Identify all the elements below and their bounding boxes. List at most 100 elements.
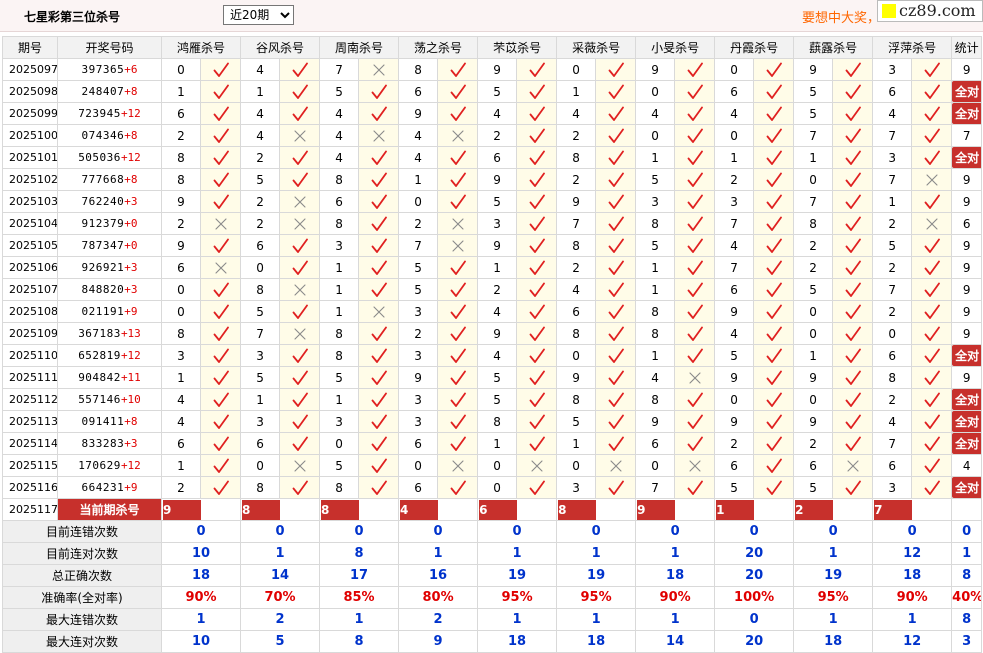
- stats-value: 1: [872, 608, 953, 631]
- kill-number: 1: [477, 432, 518, 455]
- check-icon: [845, 172, 861, 187]
- current-kill-label: 当前期杀号: [57, 498, 162, 521]
- kill-number: 0: [635, 80, 676, 103]
- promo-text[interactable]: 要想中大奖，: [802, 7, 880, 26]
- current-kill-cell: 6: [477, 498, 558, 521]
- kill-number: 9: [793, 410, 834, 433]
- kill-number: 2: [398, 212, 439, 235]
- kill-number: 4: [477, 344, 518, 367]
- result-mark: [753, 190, 795, 213]
- draw-digits: 557146: [78, 393, 121, 406]
- kill-number: 9: [793, 366, 834, 389]
- stats-value: 90%: [635, 586, 716, 609]
- stats-value: 70%: [240, 586, 321, 609]
- stats-value: 18: [160, 564, 242, 587]
- issue-number: 2025113: [2, 410, 58, 433]
- draw-digits: 848820: [81, 283, 125, 296]
- cross-icon: [372, 63, 385, 76]
- check-icon: [292, 414, 308, 429]
- check-icon: [687, 282, 703, 297]
- draw-numbers: 397365+6: [57, 58, 162, 81]
- stats-value: 95%: [793, 586, 874, 609]
- kill-number: 5: [477, 80, 518, 103]
- kill-number: 0: [556, 344, 597, 367]
- kill-number: 5: [635, 168, 676, 191]
- kill-number: 8: [240, 476, 281, 499]
- result-mark: [911, 344, 953, 367]
- current-kill-cell: 9: [160, 498, 242, 521]
- kill-number: 2: [477, 124, 518, 147]
- kill-number: 8: [477, 410, 518, 433]
- stats-value: 1: [556, 608, 637, 631]
- column-header: 统计: [951, 36, 983, 59]
- result-mark: [753, 212, 795, 235]
- issue-number: 2025115: [2, 454, 58, 477]
- kill-number: 0: [635, 124, 676, 147]
- check-icon: [450, 150, 466, 165]
- result-mark: [199, 476, 242, 499]
- stats-value: 3: [951, 630, 983, 653]
- check-icon: [213, 282, 229, 297]
- kill-number: 5: [240, 366, 281, 389]
- column-header: 芣苡杀号: [477, 36, 558, 59]
- check-icon: [529, 238, 545, 253]
- kill-number: 7: [398, 234, 439, 257]
- kill-number: 9: [793, 58, 834, 81]
- check-icon: [213, 348, 229, 363]
- stat-count: 4: [951, 454, 983, 477]
- draw-sum: +8: [124, 85, 138, 98]
- kill-number: 5: [398, 278, 439, 301]
- issue-number: 2025098: [2, 80, 58, 103]
- cross-icon: [372, 305, 385, 318]
- result-mark: [911, 234, 953, 257]
- result-mark: [437, 80, 479, 103]
- kill-number: 1: [793, 146, 834, 169]
- check-icon: [371, 106, 387, 121]
- stat-count: 全对: [951, 476, 983, 499]
- check-icon: [687, 348, 703, 363]
- stats-value: 0: [398, 520, 479, 543]
- check-icon: [450, 106, 466, 121]
- check-icon: [924, 436, 940, 451]
- draw-sum: +3: [124, 195, 138, 208]
- period-select[interactable]: 近20期: [223, 5, 294, 25]
- result-mark: [279, 146, 321, 169]
- check-icon: [371, 194, 387, 209]
- column-header: 采薇杀号: [556, 36, 637, 59]
- result-mark: [911, 212, 953, 235]
- stat-count: 9: [951, 366, 983, 389]
- column-header: 丹霞杀号: [714, 36, 795, 59]
- draw-sum: +3: [124, 437, 138, 450]
- result-mark: [753, 344, 795, 367]
- result-mark: [753, 124, 795, 147]
- table-row: 2025114 833283+3 6 6 0 6 1 1 6 2 2 7 全对: [2, 432, 983, 455]
- current-kill-number: 8: [321, 499, 360, 520]
- kill-number: 0: [793, 388, 834, 411]
- kill-number: 3: [319, 410, 360, 433]
- top-bar: 七星彩第三位杀号 近20期 要想中大奖， cz89.com: [0, 0, 983, 32]
- issue-number: 2025109: [2, 322, 58, 345]
- kill-number: 1: [240, 388, 281, 411]
- result-mark: [437, 212, 479, 235]
- table-row: 2025111 904842+11 1 5 5 9 5 9 4 9 9 8 9: [2, 366, 983, 389]
- result-mark: [516, 366, 558, 389]
- check-icon: [766, 414, 782, 429]
- kill-number: 6: [398, 476, 439, 499]
- kill-number: 8: [793, 212, 834, 235]
- kill-number: 9: [477, 58, 518, 81]
- kill-number: 0: [556, 58, 597, 81]
- kill-number: 9: [477, 322, 518, 345]
- kill-number: 3: [161, 344, 201, 367]
- kill-number: 4: [872, 102, 913, 125]
- stats-label: 目前连对次数: [2, 542, 162, 565]
- kill-number: 6: [872, 344, 913, 367]
- result-mark: [832, 212, 874, 235]
- table-row: 2025097 397365+6 0 4 7 8 9 0 9 0 9 3 9: [2, 58, 983, 81]
- result-mark: [911, 388, 953, 411]
- stat-count: 9: [951, 278, 983, 301]
- stats-value: 0: [160, 520, 242, 543]
- kill-number: 1: [319, 388, 360, 411]
- table-row: 2025109 367183+13 8 7 8 2 9 8 8 4 0 0 9: [2, 322, 983, 345]
- check-icon: [450, 172, 466, 187]
- result-mark: [516, 300, 558, 323]
